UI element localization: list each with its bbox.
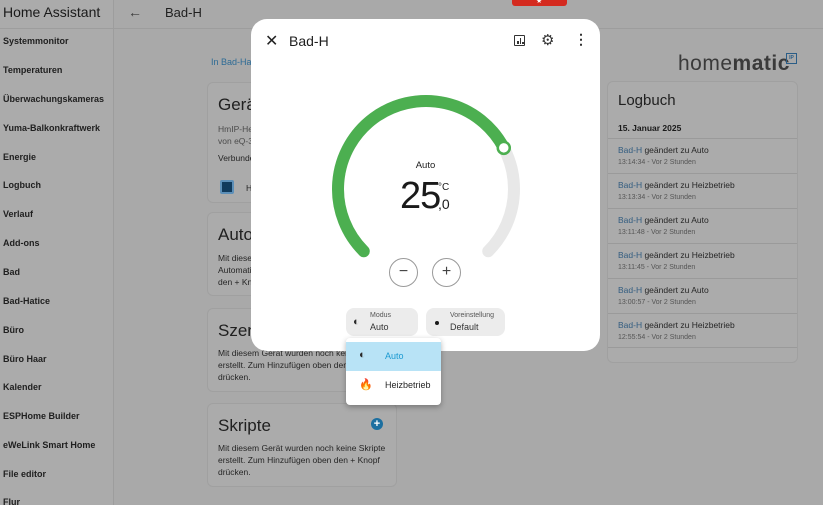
log-time: 13:00:57 - Vor 2 Stunden [618, 299, 696, 306]
log-time: 12:55:54 - Vor 2 Stunden [618, 334, 696, 341]
automations-text-1: Mit diese [218, 253, 253, 263]
sidebar-item-temperaturen[interactable]: Temperaturen [3, 65, 62, 75]
notification-tab[interactable]: ★ [512, 0, 567, 6]
thermostat-auto-icon: ◐ [353, 316, 360, 328]
log-entity-link[interactable]: Bad-H [618, 145, 642, 155]
log-text: geändert zu Heizbetrieb [642, 250, 735, 260]
dropdown-option-auto[interactable]: ◐ Auto [346, 342, 441, 371]
sidebar-item-ewelink[interactable]: eWeLink Smart Home [3, 440, 95, 450]
mode-dropdown-menu: ◐ Auto 🔥 Heizbetrieb [346, 338, 441, 405]
log-entry: Bad-H geändert zu Heizbetrieb 13:11:45 -… [608, 243, 797, 278]
target-temperature-decimal: ,0 [438, 196, 450, 212]
sidebar-item-ueberwachungskameras[interactable]: Überwachungskameras [3, 94, 104, 104]
thermostat-mode-label: Auto [415, 160, 436, 171]
sidebar: Home Assistant Systemmonitor Temperature… [0, 0, 114, 505]
logbook-card: Logbuch 15. Januar 2025 Bad-H geändert z… [607, 81, 798, 363]
scripts-text-1: Mit diesem Gerät wurden noch keine Skrip… [218, 443, 386, 453]
dropdown-option-heizbetrieb[interactable]: 🔥 Heizbetrieb [346, 371, 441, 400]
sidebar-item-add-ons[interactable]: Add-ons [3, 238, 40, 248]
log-text: geändert zu Auto [642, 215, 709, 225]
log-entity-link[interactable]: Bad-H [618, 320, 642, 330]
scripts-card: Skripte Mit diesem Gerät wurden noch kei… [207, 403, 397, 487]
sidebar-item-yuma-balkonkraftwerk[interactable]: Yuma-Balkonkraftwerk [3, 123, 100, 133]
temperature-unit: °C [438, 182, 450, 193]
logo-light: home [678, 52, 733, 75]
thermostat-dialog: ✕ Bad-H ⚙ ⋮ Auto 25 °C ,0 − + ◐ Modus Au… [251, 19, 600, 351]
dropdown-option-label: Heizbetrieb [385, 380, 431, 390]
log-time: 13:13:34 - Vor 2 Stunden [618, 194, 696, 201]
log-entry: Bad-H geändert zu Auto 13:11:48 - Vor 2 … [608, 208, 797, 243]
scenes-text-2: erstellt. Zum Hinzufügen oben den [218, 360, 348, 370]
log-time: 13:11:48 - Vor 2 Stunden [618, 229, 696, 236]
log-entity-link[interactable]: Bad-H [618, 215, 642, 225]
sidebar-item-buero[interactable]: Büro [3, 325, 24, 335]
log-entry: Bad-H geändert zu Auto 13:14:34 - Vor 2 … [608, 138, 797, 173]
scripts-text-2: erstellt. Zum Hinzufügen oben den + Knop… [218, 455, 380, 465]
increase-temperature-button[interactable]: + [432, 258, 461, 287]
ip-badge: IP [786, 53, 797, 64]
log-text: geändert zu Heizbetrieb [642, 320, 735, 330]
plus-circle-icon[interactable]: + [371, 418, 383, 430]
log-text: geändert zu Heizbetrieb [642, 180, 735, 190]
scripts-text-3: drücken. [218, 467, 251, 477]
dialog-title: Bad-H [289, 33, 329, 49]
dropdown-option-label: Auto [385, 351, 404, 361]
logbook-title: Logbuch [618, 92, 676, 109]
log-entry: Bad-H geändert zu Heizbetrieb 12:55:54 -… [608, 313, 797, 348]
sidebar-item-kalender[interactable]: Kalender [3, 382, 42, 392]
logo-bold: matic [732, 52, 790, 75]
thermostat-auto-icon: ◐ [359, 349, 366, 361]
device-manufacturer: von eQ-3 [218, 136, 253, 146]
sidebar-item-bad[interactable]: Bad [3, 267, 20, 277]
log-entity-link[interactable]: Bad-H [618, 285, 642, 295]
scripts-card-title: Skripte [218, 416, 271, 435]
preset-chip-value: Default [450, 322, 479, 332]
app-title: Home Assistant [0, 0, 113, 29]
log-time: 13:14:34 - Vor 2 Stunden [618, 159, 696, 166]
mode-chip-value: Auto [370, 322, 389, 332]
sidebar-item-energie[interactable]: Energie [3, 152, 36, 162]
decrease-temperature-button[interactable]: − [389, 258, 418, 287]
scenes-text-3: drücken. [218, 372, 251, 382]
gear-icon[interactable]: ⚙ [541, 31, 554, 49]
sidebar-item-logbuch[interactable]: Logbuch [3, 180, 41, 190]
log-entry: Bad-H geändert zu Heizbetrieb 13:13:34 -… [608, 173, 797, 208]
bookmark-icon: ★ [536, 0, 543, 5]
dot-icon [435, 321, 439, 325]
sidebar-item-esphome-builder[interactable]: ESPHome Builder [3, 411, 80, 421]
device-model: HmIP-He [218, 124, 253, 134]
arrow-left-icon[interactable]: ← [128, 4, 142, 20]
sidebar-item-bad-hatice[interactable]: Bad-Hatice [3, 296, 50, 306]
sidebar-item-flur[interactable]: Flur [3, 497, 20, 505]
log-text: geändert zu Auto [642, 285, 709, 295]
target-temperature: 25 [400, 175, 441, 217]
automations-text-2: Automati [218, 265, 252, 275]
logbook-date: 15. Januar 2025 [618, 123, 682, 133]
log-entry: Bad-H geändert zu Auto 13:00:57 - Vor 2 … [608, 278, 797, 313]
homematic-integration-icon [220, 180, 234, 194]
preset-chip[interactable]: Voreinstellung Default [426, 308, 505, 336]
log-time: 13:11:45 - Vor 2 Stunden [618, 264, 696, 271]
sidebar-item-buero-haar[interactable]: Büro Haar [3, 354, 47, 364]
page-title: Bad-H [165, 5, 202, 20]
logbook-divider [608, 347, 797, 348]
device-connection: Verbunde [218, 153, 255, 163]
area-link[interactable]: In Bad-Hat [211, 57, 254, 67]
log-text: geändert zu Auto [642, 145, 709, 155]
preset-chip-label: Voreinstellung [450, 312, 494, 319]
mode-chip-label: Modus [370, 312, 392, 319]
mode-chip[interactable]: ◐ Modus Auto [346, 308, 418, 336]
sidebar-item-verlauf[interactable]: Verlauf [3, 209, 33, 219]
fire-icon: 🔥 [359, 379, 373, 391]
sidebar-item-systemmonitor[interactable]: Systemmonitor [3, 36, 69, 46]
log-entity-link[interactable]: Bad-H [618, 250, 642, 260]
log-entity-link[interactable]: Bad-H [618, 180, 642, 190]
close-icon[interactable]: ✕ [265, 31, 278, 51]
dots-vertical-icon[interactable]: ⋮ [574, 31, 588, 48]
gauge-handle [496, 140, 512, 156]
homematic-logo: homematic [678, 52, 790, 76]
chart-box-icon[interactable] [514, 35, 525, 46]
sidebar-item-file-editor[interactable]: File editor [3, 469, 46, 479]
